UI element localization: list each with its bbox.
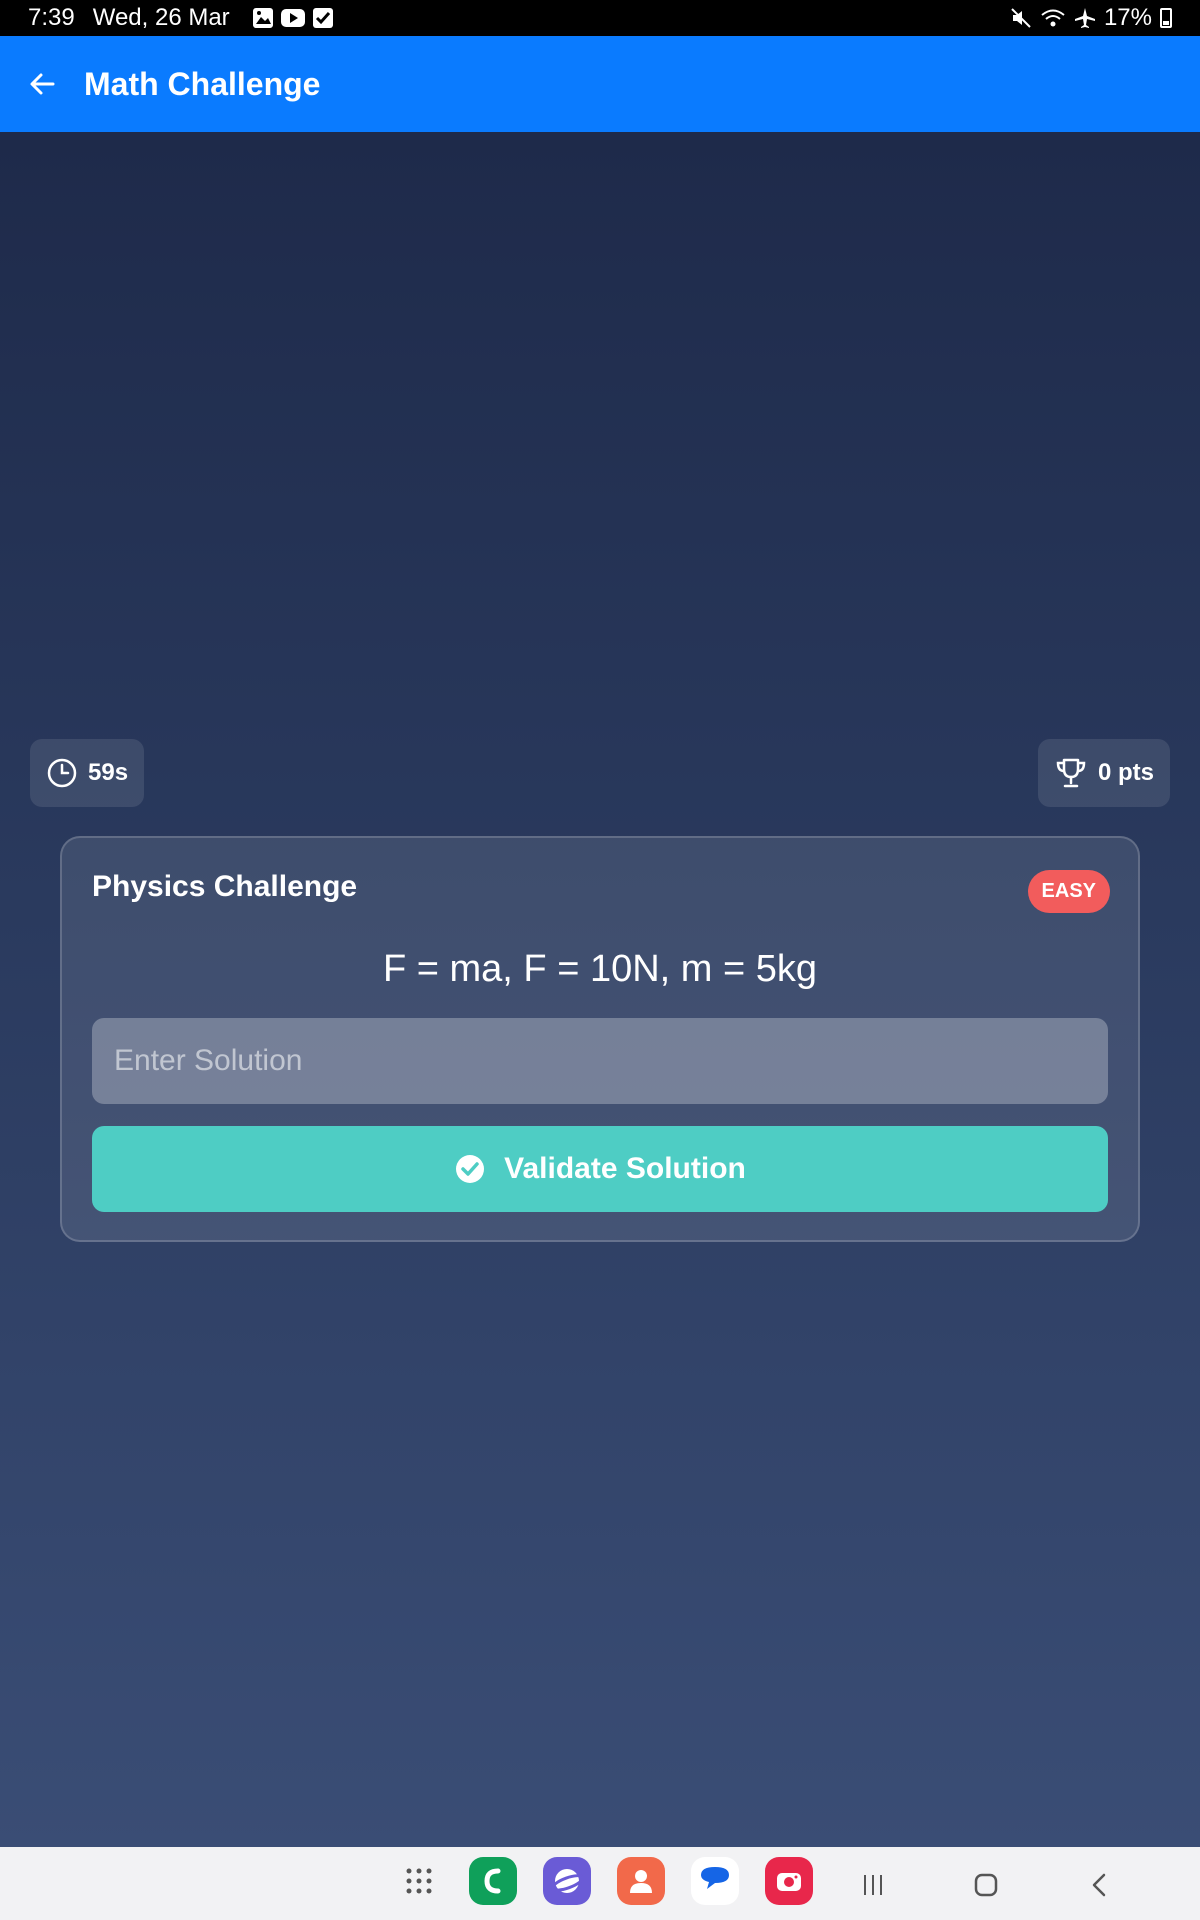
home-icon[interactable]: [968, 1867, 1004, 1903]
status-date: Wed, 26 Mar: [92, 4, 230, 31]
wifi-icon: [1041, 9, 1065, 27]
airplane-icon: [1074, 8, 1095, 28]
difficulty-badge: EASY: [1027, 870, 1110, 913]
internet-icon[interactable]: [543, 1857, 591, 1905]
page-title: Math Challenge: [84, 65, 321, 102]
trophy-icon: [1056, 758, 1086, 788]
score-value: 0 pts: [1097, 759, 1154, 786]
problem-text: F = ma, F = 10N, m = 5kg: [383, 948, 817, 990]
timer-chip: 59s: [30, 739, 145, 807]
challenge-card: Physics Challenge EASY F = ma, F = 10N, …: [60, 836, 1140, 1242]
main-content: 59s 0 pts Physics Challenge EASY F = ma,…: [0, 132, 1200, 1847]
back-arrow-icon: [30, 73, 55, 95]
app-bar: Math Challenge: [0, 36, 1200, 132]
messages-icon[interactable]: [691, 1857, 739, 1905]
validate-label: Validate Solution: [504, 1152, 746, 1185]
status-left: 7:39 Wed, 26 Mar: [28, 4, 334, 32]
score-chip: 0 pts: [1037, 739, 1170, 807]
gallery-icon: [252, 8, 273, 28]
back-icon[interactable]: [1082, 1867, 1118, 1903]
back-button[interactable]: [24, 66, 60, 102]
phone-icon[interactable]: [469, 1857, 517, 1905]
status-time: 7:39: [28, 4, 75, 31]
camera-icon[interactable]: [765, 1857, 813, 1905]
check-circle-icon: [456, 1155, 485, 1183]
solution-input[interactable]: [92, 1018, 1108, 1104]
battery-percent: 17%: [1103, 4, 1152, 31]
navigation-bar: [0, 1847, 1200, 1920]
check-icon: [312, 8, 333, 28]
validate-solution-button[interactable]: Validate Solution: [92, 1126, 1108, 1212]
challenge-title: Physics Challenge: [92, 870, 358, 903]
status-bar: 7:39 Wed, 26 Mar 17%: [0, 0, 1200, 36]
dock: [395, 1857, 813, 1905]
timer-value: 59s: [88, 759, 129, 786]
status-right: 17%: [1010, 4, 1172, 32]
mute-icon: [1011, 8, 1031, 28]
app-drawer-icon[interactable]: [395, 1857, 443, 1905]
recents-icon[interactable]: [855, 1867, 891, 1903]
youtube-icon: [280, 9, 305, 27]
battery-icon: [1160, 8, 1172, 28]
contacts-icon[interactable]: [617, 1857, 665, 1905]
notification-icons: [252, 7, 334, 29]
clock-icon: [47, 758, 77, 788]
